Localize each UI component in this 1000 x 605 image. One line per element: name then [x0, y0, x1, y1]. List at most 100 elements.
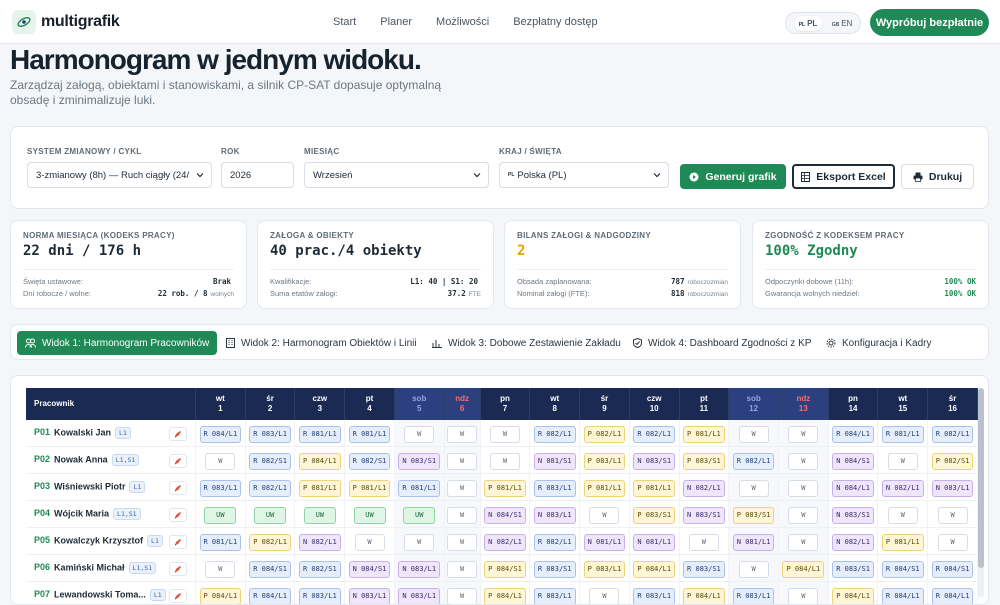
shift-cell[interactable]: W — [444, 555, 481, 582]
shift-chip[interactable]: N 081/L1 — [633, 534, 676, 551]
shift-chip[interactable]: P 082/S1 — [931, 453, 974, 470]
shift-cell[interactable]: P 081/L1 — [345, 474, 395, 501]
shift-cell[interactable]: N 083/L1 — [928, 474, 978, 501]
shift-chip[interactable]: N 081/S1 — [533, 453, 576, 470]
shift-cell[interactable]: N 082/L1 — [295, 528, 346, 555]
shift-chip[interactable]: W — [788, 480, 819, 497]
edit-pencil-icon[interactable] — [169, 427, 187, 441]
shift-cell[interactable]: N 084/L1 — [828, 474, 879, 501]
shift-cell[interactable]: R 081/L1 — [295, 420, 346, 447]
shift-chip[interactable]: R 083/S1 — [832, 561, 874, 578]
shift-cell[interactable]: R 084/L1 — [196, 420, 246, 447]
shift-cell[interactable]: W — [778, 447, 829, 474]
lang-en[interactable]: GB EN — [832, 19, 853, 28]
shift-chip[interactable]: W — [447, 480, 478, 497]
shift-chip[interactable]: P 083/S1 — [633, 507, 676, 524]
shift-chip[interactable]: P 084/L1 — [782, 561, 825, 578]
shift-cell[interactable]: W — [679, 528, 730, 555]
shift-cell[interactable]: R 082/S1 — [245, 447, 296, 474]
shift-chip[interactable]: N 084/S1 — [832, 453, 874, 470]
shift-chip[interactable]: W — [887, 507, 918, 524]
shift-cell[interactable]: W — [444, 474, 481, 501]
shift-cell[interactable]: R 084/L1 — [828, 420, 879, 447]
shift-chip[interactable]: N 084/L1 — [832, 480, 874, 497]
shift-chip[interactable]: W — [354, 534, 385, 551]
shift-cell[interactable]: N 083/L1 — [394, 582, 445, 604]
shift-chip[interactable]: R 084/S1 — [881, 561, 924, 578]
shift-chip[interactable]: P 082/L1 — [249, 534, 291, 551]
shift-cell[interactable]: R 083/L1 — [245, 420, 296, 447]
shift-cell[interactable]: P 084/L1 — [829, 582, 879, 604]
shift-cell[interactable]: W — [729, 420, 779, 447]
shift-chip[interactable]: P 081/L1 — [583, 480, 626, 497]
shift-chip[interactable]: W — [738, 426, 769, 443]
shift-chip[interactable]: W — [447, 453, 478, 470]
shift-cell[interactable]: R 082/L1 — [530, 528, 581, 555]
shift-chip[interactable]: W — [788, 534, 819, 551]
shift-cell[interactable]: P 084/L1 — [680, 582, 730, 604]
shift-chip[interactable]: W — [205, 453, 236, 470]
shift-cell[interactable]: W — [778, 501, 829, 528]
shift-cell[interactable]: UW — [245, 501, 296, 528]
shift-chip[interactable]: W — [205, 561, 236, 578]
shift-chip[interactable]: R 082/L1 — [533, 534, 576, 551]
shift-cell[interactable]: W — [580, 582, 630, 604]
shift-chip[interactable]: N 083/S1 — [832, 507, 874, 524]
shift-chip[interactable]: W — [404, 426, 435, 443]
shift-cell[interactable]: P 084/L1 — [481, 582, 531, 604]
shift-chip[interactable]: UW — [353, 507, 386, 524]
shift-cell[interactable]: W — [394, 528, 445, 555]
shift-cell[interactable]: P 083/L1 — [580, 555, 630, 582]
shift-cell[interactable]: N 082/L1 — [480, 528, 531, 555]
shift-cell[interactable]: N 082/L1 — [878, 474, 929, 501]
year-input[interactable]: 2026 — [221, 162, 294, 188]
shift-chip[interactable]: R 081/L1 — [298, 426, 341, 443]
shift-cell[interactable]: R 082/L1 — [629, 420, 680, 447]
shift-cell[interactable]: P 081/L1 — [580, 474, 630, 501]
shift-cell[interactable]: N 084/S1 — [480, 501, 531, 528]
shift-cell[interactable]: W — [444, 420, 481, 447]
shift-cell[interactable]: R 083/L1 — [530, 582, 581, 604]
nav-link-dostep[interactable]: Bezpłatny dostęp — [513, 16, 597, 28]
shift-cell[interactable]: P 084/S1 — [480, 555, 531, 582]
shift-cell[interactable]: W — [928, 528, 978, 555]
shift-cell[interactable]: R 082/L1 — [530, 420, 581, 447]
shift-chip[interactable]: W — [738, 561, 769, 578]
shift-chip[interactable]: P 083/S1 — [683, 453, 725, 470]
lang-pl[interactable]: PL PL — [793, 15, 823, 31]
shift-chip[interactable]: R 082/L1 — [931, 426, 974, 443]
shift-chip[interactable]: P 083/L1 — [583, 453, 626, 470]
shift-cell[interactable]: N 081/L1 — [629, 528, 680, 555]
shift-chip[interactable]: R 083/L1 — [199, 480, 242, 497]
shift-cell[interactable]: R 084/S1 — [928, 555, 978, 582]
shift-cell[interactable]: R 083/L1 — [196, 474, 246, 501]
shift-cell[interactable]: P 084/L1 — [196, 582, 246, 604]
shift-cell[interactable]: W — [394, 420, 445, 447]
shift-cell[interactable]: R 082/L1 — [245, 474, 296, 501]
edit-pencil-icon[interactable] — [169, 508, 187, 522]
shift-chip[interactable]: N 083/L1 — [533, 507, 576, 524]
shift-cell[interactable]: P 081/L1 — [480, 474, 531, 501]
system-select[interactable]: 3-zmianowy (8h) — Ruch ciągły (24/ — [27, 162, 212, 188]
shift-cell[interactable]: R 082/S1 — [295, 555, 346, 582]
shift-chip[interactable]: R 084/L1 — [199, 426, 242, 443]
shift-chip[interactable]: R 081/L1 — [398, 480, 441, 497]
shift-cell[interactable]: N 082/L1 — [679, 474, 730, 501]
shift-cell[interactable]: P 084/L1 — [295, 447, 346, 474]
shift-chip[interactable]: W — [937, 534, 968, 551]
shift-cell[interactable]: W — [444, 501, 481, 528]
shift-chip[interactable]: N 081/L1 — [583, 534, 626, 551]
shift-cell[interactable]: W — [196, 555, 246, 582]
shift-cell[interactable]: W — [928, 501, 978, 528]
shift-cell[interactable]: P 083/S1 — [679, 447, 730, 474]
shift-cell[interactable]: P 081/L1 — [629, 474, 680, 501]
shift-chip[interactable]: R 082/L1 — [249, 480, 291, 497]
shift-cell[interactable]: UW — [394, 501, 445, 528]
edit-pencil-icon[interactable] — [169, 562, 187, 576]
shift-chip[interactable]: W — [688, 534, 719, 551]
shift-cell[interactable]: P 082/L1 — [580, 420, 630, 447]
shift-cell[interactable]: W — [778, 528, 829, 555]
shift-cell[interactable]: R 083/S1 — [828, 555, 879, 582]
shift-cell[interactable]: UW — [196, 501, 246, 528]
shift-cell[interactable]: R 084/L1 — [928, 582, 978, 604]
